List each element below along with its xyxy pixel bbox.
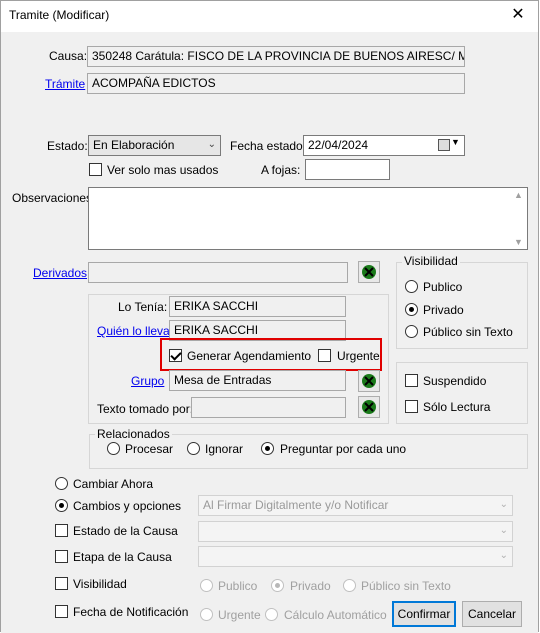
causa-label: Causa: — [49, 49, 88, 63]
visibilidad-checkbox[interactable] — [55, 577, 68, 590]
etapa-causa-select[interactable]: ⌄ — [198, 546, 513, 567]
cambios-opciones-label: Cambios y opciones — [73, 499, 182, 513]
estado-causa-checkbox[interactable] — [55, 524, 68, 537]
lo-tenia-label: Lo Tenía: — [118, 300, 168, 314]
tramite-field: ACOMPAÑA EDICTOS — [87, 73, 465, 94]
relacionados-preguntar-label: Preguntar por cada uno — [280, 442, 407, 456]
visibilidad-bottom-privado-label: Privado — [290, 579, 331, 593]
observaciones-label: Observaciones: — [12, 191, 96, 205]
visibilidad-sin-texto-radio[interactable] — [405, 325, 418, 338]
etapa-causa-label: Etapa de la Causa — [73, 550, 172, 564]
a-fojas-input[interactable] — [305, 159, 390, 180]
urgente-label: Urgente — [337, 349, 380, 363]
estado-value: En Elaboración — [93, 138, 175, 152]
relacionados-title: Relacionados — [95, 427, 172, 441]
chevron-down-icon: ⌄ — [499, 499, 508, 510]
causa-field: 350248 Carátula: FISCO DE LA PROVINCIA D… — [87, 46, 465, 67]
visibilidad-bottom-sin-texto-radio[interactable] — [343, 579, 356, 592]
visibilidad-publico-label: Publico — [423, 280, 463, 294]
estado-causa-label: Estado de la Causa — [73, 524, 178, 538]
texto-tomado-label: Texto tomado por: — [97, 402, 194, 416]
calendar-icon[interactable] — [438, 139, 450, 151]
window-title: Tramite (Modificar) — [9, 8, 110, 22]
visibilidad-bottom-privado-radio[interactable] — [271, 579, 284, 592]
estado-label: Estado: — [47, 139, 88, 153]
solo-lectura-label: Sólo Lectura — [423, 400, 491, 414]
confirmar-button[interactable]: Confirmar — [392, 601, 456, 627]
tramite-link[interactable]: Trámite — [45, 77, 85, 91]
relacionados-preguntar-radio[interactable] — [261, 442, 274, 455]
title-bar: Tramite (Modificar) ✕ — [1, 1, 538, 31]
observaciones-textarea[interactable]: ▲ ▼ — [88, 187, 528, 250]
visibilidad-title: Visibilidad — [402, 254, 460, 268]
fecha-estado-label: Fecha estado: — [230, 139, 307, 153]
grupo-link[interactable]: Grupo — [131, 374, 164, 388]
ver-solo-checkbox[interactable] — [89, 163, 102, 176]
derivados-select-button[interactable] — [358, 261, 380, 283]
relacionados-ignorar-label: Ignorar — [205, 442, 244, 456]
visibilidad-publico-radio[interactable] — [405, 280, 418, 293]
estado-select[interactable]: En Elaboración ⌄ — [88, 135, 221, 156]
visibilidad-bottom-publico-label: Publico — [218, 579, 258, 593]
derivados-link[interactable]: Derivados — [33, 266, 87, 280]
visibilidad-privado-label: Privado — [423, 303, 464, 317]
texto-tomado-select-button[interactable] — [358, 396, 380, 418]
relacionados-procesar-label: Procesar — [125, 442, 174, 456]
dropdown-arrow-icon[interactable]: ▼ — [451, 137, 460, 147]
visibilidad-sin-texto-label: Público sin Texto — [423, 325, 513, 339]
solo-lectura-checkbox[interactable] — [405, 400, 418, 413]
grupo-select-button[interactable] — [358, 370, 380, 392]
dialog-window: Tramite (Modificar) ✕ Causa: 350248 Cará… — [0, 0, 539, 633]
chevron-down-icon: ⌄ — [207, 139, 216, 150]
suspendido-checkbox[interactable] — [405, 374, 418, 387]
visibilidad-bottom-label: Visibilidad — [73, 577, 127, 591]
binoculars-icon — [362, 374, 376, 388]
visibilidad-bottom-sin-texto-label: Público sin Texto — [361, 579, 451, 593]
quien-lleva-link[interactable]: Quién lo lleva — [97, 324, 170, 338]
generar-agendamiento-label: Generar Agendamiento — [187, 349, 312, 363]
texto-tomado-field — [191, 397, 346, 418]
fecha-estado-value: 22/04/2024 — [308, 138, 369, 152]
chevron-down-icon: ⌄ — [499, 525, 508, 536]
ver-solo-label: Ver solo mas usados — [107, 163, 219, 177]
estado-flags-group — [396, 362, 528, 424]
visibilidad-privado-radio[interactable] — [405, 303, 418, 316]
binoculars-icon — [362, 400, 376, 414]
fecha-notif-calculo-label: Cálculo Automático — [284, 608, 387, 622]
estado-causa-select[interactable]: ⌄ — [198, 521, 513, 542]
observaciones-scrollbar[interactable]: ▲ ▼ — [511, 188, 527, 249]
grupo-field: Mesa de Entradas — [169, 370, 346, 391]
scroll-up-icon[interactable]: ▲ — [514, 190, 523, 200]
close-icon[interactable]: ✕ — [508, 5, 528, 25]
relacionados-procesar-radio[interactable] — [107, 442, 120, 455]
relacionados-ignorar-radio[interactable] — [187, 442, 200, 455]
derivados-field — [88, 262, 348, 283]
dialog-body: Causa: 350248 Carátula: FISCO DE LA PROV… — [1, 32, 538, 633]
etapa-causa-checkbox[interactable] — [55, 550, 68, 563]
fecha-notif-urgente-label: Urgente — [218, 608, 261, 622]
visibilidad-bottom-publico-radio[interactable] — [200, 579, 213, 592]
generar-agendamiento-checkbox[interactable] — [169, 349, 182, 362]
chevron-down-icon: ⌄ — [499, 550, 508, 561]
fecha-notificacion-checkbox[interactable] — [55, 605, 68, 618]
fecha-notificacion-label: Fecha de Notificación — [73, 605, 189, 619]
fecha-notif-calculo-radio[interactable] — [265, 608, 278, 621]
suspendido-label: Suspendido — [423, 374, 487, 388]
cambios-opciones-value: Al Firmar Digitalmente y/o Notificar — [203, 498, 389, 512]
cambiar-ahora-label: Cambiar Ahora — [73, 477, 154, 491]
binoculars-icon — [362, 265, 376, 279]
fecha-notif-urgente-radio[interactable] — [200, 608, 213, 621]
cancelar-button[interactable]: Cancelar — [462, 601, 522, 627]
scroll-down-icon[interactable]: ▼ — [514, 237, 523, 247]
cambios-opciones-select[interactable]: Al Firmar Digitalmente y/o Notificar ⌄ — [198, 495, 513, 516]
cambiar-ahora-radio[interactable] — [55, 477, 68, 490]
cambios-opciones-radio[interactable] — [55, 499, 68, 512]
a-fojas-label: A fojas: — [261, 163, 301, 177]
lo-tenia-field: ERIKA SACCHI — [169, 296, 346, 317]
urgente-checkbox[interactable] — [318, 349, 331, 362]
